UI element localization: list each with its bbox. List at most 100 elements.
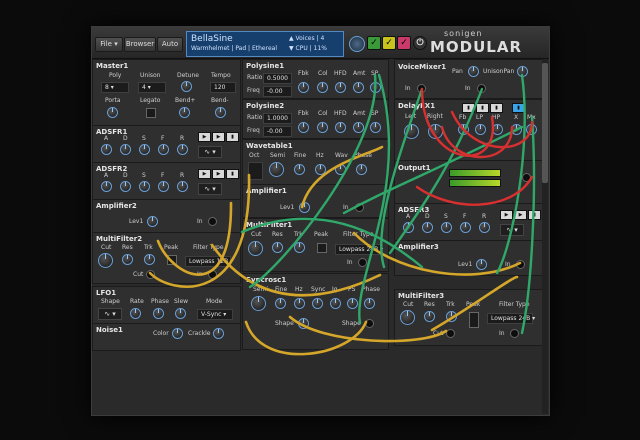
- fall-knob[interactable]: [460, 222, 471, 233]
- ig-knob[interactable]: [330, 298, 341, 309]
- curve-select[interactable]: ∿ ▾: [500, 224, 524, 236]
- attack-knob[interactable]: [101, 181, 112, 192]
- hfd-knob[interactable]: [335, 122, 346, 133]
- vertical-scrollbar[interactable]: [542, 59, 548, 414]
- in-jack[interactable]: [358, 258, 367, 267]
- master-volume-knob[interactable]: [349, 36, 365, 52]
- resonance-knob[interactable]: [272, 242, 283, 253]
- poly-select[interactable]: 8 ▾: [101, 82, 129, 93]
- mode-button-1[interactable]: ▶: [500, 210, 513, 220]
- sustain-knob[interactable]: [441, 222, 452, 233]
- peak-toggle[interactable]: [469, 312, 479, 328]
- resonance-knob[interactable]: [424, 311, 435, 322]
- ps-knob[interactable]: [347, 298, 358, 309]
- unison-select[interactable]: 4 ▾: [138, 82, 166, 93]
- sustain-knob[interactable]: [139, 144, 150, 155]
- bend-minus-knob[interactable]: [215, 107, 226, 118]
- sustain-knob[interactable]: [139, 181, 150, 192]
- check-toggle-red[interactable]: ✓: [397, 36, 411, 50]
- attack-knob[interactable]: [101, 144, 112, 155]
- release-knob[interactable]: [177, 144, 188, 155]
- in-jack[interactable]: [510, 329, 519, 338]
- cutoff-knob[interactable]: [400, 310, 415, 325]
- auto-button[interactable]: Auto: [157, 37, 183, 52]
- mode-button-3[interactable]: ▮: [528, 210, 541, 220]
- freq-field[interactable]: -0.00: [263, 86, 292, 97]
- left-knob[interactable]: [404, 124, 419, 139]
- check-toggle-green[interactable]: ✓: [367, 36, 381, 50]
- hfd-knob[interactable]: [335, 82, 346, 93]
- fall-knob[interactable]: [158, 144, 169, 155]
- in-jack[interactable]: [208, 270, 217, 279]
- fbk-knob[interactable]: [298, 122, 309, 133]
- delay-mode-2[interactable]: ▮: [476, 103, 489, 113]
- cutoff-knob[interactable]: [248, 241, 263, 256]
- in-jack[interactable]: [355, 203, 364, 212]
- release-knob[interactable]: [479, 222, 490, 233]
- right-knob[interactable]: [428, 124, 443, 139]
- amt-knob[interactable]: [353, 122, 364, 133]
- in-jack[interactable]: [208, 217, 217, 226]
- fine-knob[interactable]: [294, 164, 305, 175]
- oct-stepper[interactable]: [248, 162, 263, 180]
- porta-knob[interactable]: [107, 107, 118, 118]
- pan-knob[interactable]: [468, 66, 479, 77]
- peak-toggle[interactable]: [317, 243, 327, 253]
- highpass-knob[interactable]: [492, 124, 503, 135]
- bend-plus-knob[interactable]: [179, 107, 190, 118]
- semi-knob[interactable]: [269, 162, 284, 177]
- mode-button-2[interactable]: ▶: [212, 132, 225, 142]
- mode-button-2[interactable]: ▶: [212, 169, 225, 179]
- filter-type-select[interactable]: Lowpass 24B ▾: [487, 313, 535, 324]
- freq-field[interactable]: -0.00: [263, 126, 292, 137]
- release-knob[interactable]: [177, 181, 188, 192]
- delay-mode-3[interactable]: ▮: [490, 103, 503, 113]
- output-jack[interactable]: [522, 173, 531, 182]
- in-jack[interactable]: [516, 260, 525, 269]
- mode-button-1[interactable]: ▶: [198, 169, 211, 179]
- lfo-shape-select[interactable]: ∿ ▾: [98, 308, 122, 320]
- curve-select[interactable]: ∿ ▾: [198, 146, 222, 158]
- hz-knob[interactable]: [315, 164, 326, 175]
- col-knob[interactable]: [317, 82, 328, 93]
- hz-knob[interactable]: [294, 298, 305, 309]
- resonance-knob[interactable]: [122, 254, 133, 265]
- power-icon[interactable]: ⏻: [413, 36, 427, 50]
- file-menu-button[interactable]: File ▾: [95, 37, 123, 52]
- cut-jack[interactable]: [446, 329, 455, 338]
- ratio-field[interactable]: 1.0000: [263, 113, 292, 124]
- sp-knob[interactable]: [370, 122, 381, 133]
- detune-knob[interactable]: [181, 81, 192, 92]
- delay-mode-1[interactable]: ▮: [462, 103, 475, 113]
- curve-select[interactable]: ∿ ▾: [198, 183, 222, 195]
- decay-knob[interactable]: [120, 181, 131, 192]
- mode-button-2[interactable]: ▶: [514, 210, 527, 220]
- lowpass-knob[interactable]: [475, 124, 486, 135]
- phase-knob[interactable]: [364, 298, 375, 309]
- sp-knob[interactable]: [370, 82, 381, 93]
- in-jack-1[interactable]: [417, 84, 426, 93]
- tracking-knob[interactable]: [446, 311, 457, 322]
- col-knob[interactable]: [317, 122, 328, 133]
- delay-sync-toggle[interactable]: ▮: [512, 103, 525, 113]
- cutoff-knob[interactable]: [98, 253, 113, 268]
- peak-toggle[interactable]: [167, 255, 177, 265]
- shape-jack[interactable]: [365, 319, 374, 328]
- cut-jack[interactable]: [146, 270, 155, 279]
- fbk-knob[interactable]: [298, 82, 309, 93]
- crackle-knob[interactable]: [213, 328, 224, 339]
- unisonpan-knob[interactable]: [517, 66, 528, 77]
- lev1-knob[interactable]: [147, 216, 158, 227]
- preset-display[interactable]: BellaSine Warmhelmet | Pad | Ethereal ▲ …: [186, 31, 344, 57]
- semi-knob[interactable]: [251, 296, 266, 311]
- lev1-knob[interactable]: [476, 259, 487, 270]
- lev1-knob[interactable]: [299, 202, 310, 213]
- shape-knob[interactable]: [298, 318, 309, 329]
- browser-button[interactable]: Browser: [124, 37, 156, 52]
- filter-type-select[interactable]: Lowpass 24B ▾: [335, 244, 383, 255]
- sync-knob[interactable]: [312, 298, 323, 309]
- feedback-knob[interactable]: [458, 124, 469, 135]
- attack-knob[interactable]: [403, 222, 414, 233]
- legato-toggle[interactable]: [146, 108, 156, 118]
- mix-knob[interactable]: [526, 124, 537, 135]
